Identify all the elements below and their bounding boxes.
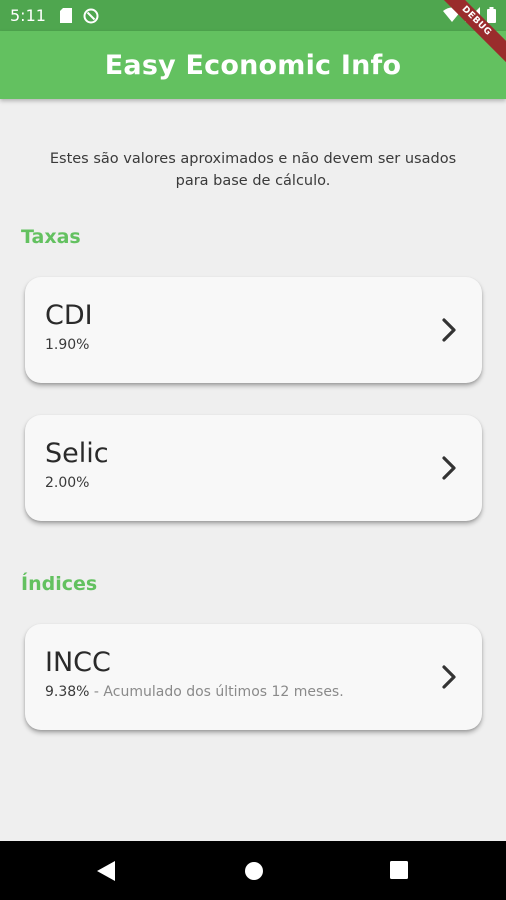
sync-icon [83,8,99,28]
status-bar: 5:11 [0,0,506,31]
sd-card-icon [60,8,72,27]
card-value: 9.38% - Acumulado dos últimos 12 meses. [45,684,344,700]
card-title: CDI [45,300,93,331]
card-value: 1.90% [45,337,89,353]
rate-value: 2.00% [45,475,90,491]
card-cdi[interactable]: CDI 1.90% [25,277,482,383]
chevron-right-icon [442,456,456,484]
app-title: Easy Economic Info [104,49,402,81]
chevron-right-icon [442,665,456,693]
card-selic[interactable]: Selic 2.00% [25,415,482,521]
rate-value: 9.38% [45,684,90,700]
rate-value: 1.90% [45,337,90,353]
recents-icon[interactable] [390,861,408,883]
card-value: 2.00% [45,475,89,491]
chevron-right-icon [442,318,456,346]
back-icon[interactable] [97,861,115,885]
card-incc[interactable]: INCC 9.38% - Acumulado dos últimos 12 me… [25,624,482,730]
disclaimer-text: Estes são valores aproximados e não deve… [49,151,457,189]
navigation-bar [0,841,506,900]
rate-note: - Acumulado dos últimos 12 meses. [89,684,344,700]
app-bar: Easy Economic Info [0,31,506,99]
section-title-taxas: Taxas [21,226,81,248]
home-icon[interactable] [244,861,264,885]
card-title: INCC [45,647,111,678]
status-time: 5:11 [10,6,46,25]
section-title-indices: Índices [21,573,98,595]
card-title: Selic [45,438,109,469]
